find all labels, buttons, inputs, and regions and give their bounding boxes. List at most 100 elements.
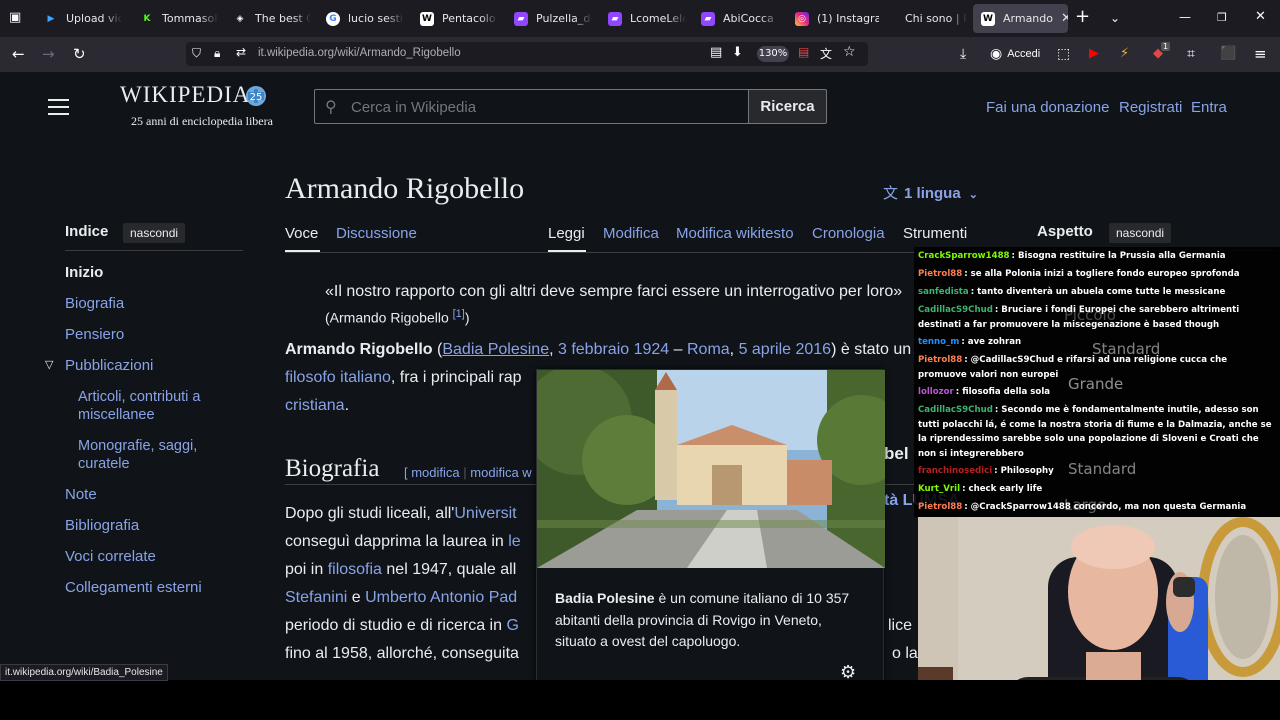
tab-voce[interactable]: Voce xyxy=(285,225,318,242)
youtube-studio-icon: ▶ xyxy=(44,11,58,26)
tab-leggi[interactable]: Leggi xyxy=(548,225,585,242)
youtube-ext-icon[interactable]: ▶ xyxy=(1089,46,1099,62)
ext-icon-4[interactable]: ⬛ xyxy=(1220,46,1236,62)
reload-icon[interactable]: ↻ xyxy=(73,46,86,62)
tab-2[interactable]: ◈The best Cha xyxy=(233,4,311,33)
birth-date-link[interactable]: 3 febbraio 1924 xyxy=(558,341,669,358)
chat-message: lollozor: filosofia della sola xyxy=(918,387,1051,397)
tab-7[interactable]: ▰AbiCocca - Tv xyxy=(701,4,779,33)
register-link[interactable]: Registrati xyxy=(1119,99,1182,116)
toc-hide-button[interactable]: nascondi xyxy=(123,223,186,243)
toc-item-voci-correlate[interactable]: Voci correlate xyxy=(65,548,156,566)
browser-tab-bar: ▣ ▶Upload video KTommasoBia ◈The best Ch… xyxy=(0,0,1280,37)
permissions-icon[interactable]: ⇄ xyxy=(236,45,246,59)
badia-polesine-image[interactable] xyxy=(537,370,885,568)
page-preview-popup[interactable]: Badia Polesine è un comune italiano di 1… xyxy=(536,369,885,680)
new-tab-icon[interactable]: + xyxy=(1075,8,1090,26)
tab-modifica-wikitesto[interactable]: Modifica wikitesto xyxy=(676,225,794,242)
gear-icon[interactable]: ⚙ xyxy=(840,662,856,680)
main-menu-icon[interactable] xyxy=(48,99,69,115)
chat-message: CadillacS9Chud: Secondo me è fondamental… xyxy=(918,405,1272,459)
url-text[interactable]: it.wikipedia.org/wiki/Armando_Rigobello xyxy=(258,47,461,59)
page-title: Armando Rigobello xyxy=(285,172,525,205)
roma-link[interactable]: Roma xyxy=(687,341,730,358)
lock-icon[interactable]: 🔒︎ xyxy=(214,46,220,61)
tab-6[interactable]: ▰LcomeLele - xyxy=(608,4,686,33)
toc-item-biografia[interactable]: Biografia xyxy=(65,295,124,313)
back-icon[interactable]: ← xyxy=(12,46,25,62)
tab-discussione[interactable]: Discussione xyxy=(336,225,417,242)
menu-icon[interactable]: ≡ xyxy=(1254,46,1267,62)
reader-mode-icon[interactable]: ▤ xyxy=(710,45,722,60)
toc-item-monografie[interactable]: Monografie, saggi, curatele xyxy=(78,437,228,473)
wikipedia-wordmark[interactable]: WIKIPEDIA xyxy=(120,82,250,108)
tab-active[interactable]: W Armando ✕ xyxy=(973,4,1068,33)
forward-icon[interactable]: → xyxy=(42,46,55,62)
badia-polesine-link[interactable]: Badia Polesine xyxy=(442,341,549,358)
translate-icon[interactable]: 文 xyxy=(820,45,832,62)
twitch-icon: ▰ xyxy=(514,11,528,26)
cristiana-link[interactable]: cristiana xyxy=(285,397,345,414)
italiano-link[interactable]: italiano xyxy=(340,369,391,386)
toc-item-pensiero[interactable]: Pensiero xyxy=(65,326,124,344)
chat-message: Pietrol88: @CadillacS9Chud e rifarsi ad … xyxy=(918,355,1228,380)
tab-4[interactable]: WPentacolo - W xyxy=(420,4,498,33)
tab-overview-icon[interactable]: ▣ xyxy=(9,10,21,26)
save-page-icon[interactable]: ⬇ xyxy=(732,45,743,60)
toc-item-articoli[interactable]: Articoli, contributi a miscellanee xyxy=(78,388,228,424)
filosofo-link[interactable]: filosofo xyxy=(285,369,336,386)
germania-link[interactable]: G xyxy=(506,617,518,634)
tab-8[interactable]: ◎(1) Instagram xyxy=(795,4,879,33)
stefanini-link[interactable]: Stefanini xyxy=(285,589,347,606)
bookmark-star-icon[interactable]: ☆ xyxy=(843,44,856,60)
ext-icon-2[interactable]: ⚡ xyxy=(1120,46,1129,62)
search-button[interactable]: Ricerca xyxy=(748,89,827,124)
google-icon: G xyxy=(326,11,340,26)
tab-cronologia[interactable]: Cronologia xyxy=(812,225,885,242)
crop-icon[interactable]: ⌗ xyxy=(1187,46,1195,62)
close-window-icon[interactable]: ✕ xyxy=(1255,9,1266,25)
universita-link[interactable]: Universit xyxy=(454,505,516,522)
tab-1[interactable]: KTommasoBia xyxy=(140,4,218,33)
chevron-down-icon[interactable]: ⌄ xyxy=(1110,10,1120,26)
toc-item-note[interactable]: Note xyxy=(65,486,97,504)
filosofia-link[interactable]: filosofia xyxy=(328,561,382,578)
extensions-icon[interactable]: ⬚ xyxy=(1057,46,1070,62)
lettere-link[interactable]: le xyxy=(508,533,520,550)
restore-icon[interactable]: ❐ xyxy=(1217,10,1227,26)
account-button[interactable]: ◉ Accedi xyxy=(990,45,1040,62)
edit-section-link[interactable]: [ modifica xyxy=(404,465,460,480)
chat-message: Kurt_Vril: check early life xyxy=(918,484,1043,494)
toc-item-inizio[interactable]: Inizio xyxy=(65,264,103,282)
chevron-down-icon[interactable]: ▽ xyxy=(45,358,53,371)
donate-link[interactable]: Fai una donazione xyxy=(986,99,1109,116)
tab-strumenti[interactable]: Strumenti xyxy=(903,225,967,242)
tab-3[interactable]: Glucio sestio - xyxy=(326,4,404,33)
login-link[interactable]: Entra xyxy=(1191,99,1227,116)
tab-5[interactable]: ▰Pulzella_dOrl xyxy=(514,4,592,33)
downloads-icon[interactable]: ⤓ xyxy=(960,46,966,62)
toc-item-collegamenti[interactable]: Collegamenti esterni xyxy=(65,579,202,597)
puzzle-globe-icon[interactable]: 25 xyxy=(244,84,268,108)
kick-icon: K xyxy=(140,11,154,26)
tab-modifica[interactable]: Modifica xyxy=(603,225,659,242)
flag-icon[interactable]: ▤ xyxy=(798,45,809,59)
minimize-icon[interactable]: — xyxy=(1179,9,1191,25)
toc-item-pubblicazioni[interactable]: Pubblicazioni xyxy=(65,357,153,375)
reference-link[interactable]: [1] xyxy=(453,308,465,320)
twitch-icon: ▰ xyxy=(701,11,715,26)
toc-item-bibliografia[interactable]: Bibliografia xyxy=(65,517,139,535)
language-selector[interactable]: 文1 lingua ⌄ xyxy=(883,182,978,203)
death-date-link[interactable]: 5 aprile 2016 xyxy=(739,341,832,358)
body-line-2: conseguì dapprima la laurea in le xyxy=(285,533,521,550)
tabs-divider xyxy=(285,252,995,253)
tab-0[interactable]: ▶Upload video xyxy=(44,4,122,33)
appearance-hide-button[interactable]: nascondi xyxy=(1109,223,1172,243)
edit-wikitext-section-link[interactable]: modifica w xyxy=(470,465,531,480)
tab-9[interactable]: Chi sono | Ra xyxy=(905,4,967,33)
shield-icon[interactable]: ⛉ xyxy=(192,46,201,61)
padovani-link[interactable]: Umberto Antonio Pad xyxy=(365,589,517,606)
zoom-level[interactable]: 130% xyxy=(757,46,789,62)
close-tab-icon[interactable]: ✕ xyxy=(1061,11,1068,26)
search-input[interactable]: ⚲ Cerca in Wikipedia xyxy=(314,89,749,124)
